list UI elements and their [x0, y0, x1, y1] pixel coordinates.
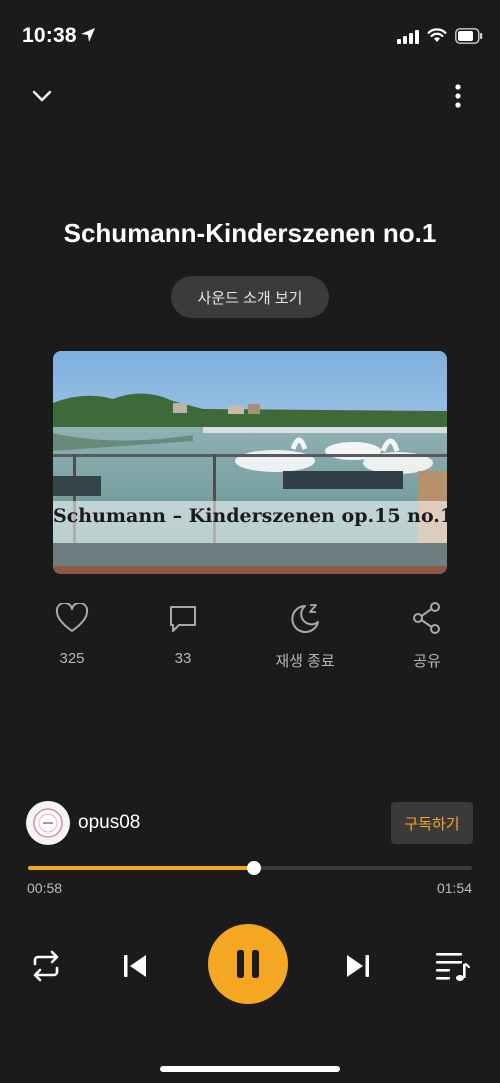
repeat-icon: [33, 950, 59, 982]
previous-track-button[interactable]: [113, 944, 157, 988]
playlist-button[interactable]: [428, 944, 476, 988]
avatar: [26, 801, 70, 845]
home-indicator: [160, 1066, 340, 1072]
progress-fill: [28, 866, 254, 870]
more-vertical-icon: [455, 84, 461, 108]
comment-count: 33: [174, 650, 192, 667]
status-bar: 10:38: [0, 0, 500, 70]
next-track-button[interactable]: [336, 944, 380, 988]
uploader-profile[interactable]: opus08: [26, 800, 326, 846]
current-time: 00:58: [27, 880, 63, 896]
like-count: 325: [59, 650, 85, 667]
battery-icon: [455, 28, 483, 44]
transport-controls: [0, 924, 500, 1006]
pause-icon: [237, 950, 259, 978]
track-title: Schumann-Kinderszenen no.1: [63, 218, 437, 248]
cover-caption: Schumann – Kinderszenen op.15 no.1: [53, 505, 447, 527]
playback-progress-slider[interactable]: [28, 861, 472, 875]
share-label: 공유: [413, 653, 441, 670]
sleep-timer-label: 재생 종료: [275, 653, 335, 670]
subscribe-button[interactable]: 구독하기: [391, 802, 473, 844]
skip-previous-icon: [124, 955, 146, 977]
sound-intro-button[interactable]: 사운드 소개 보기: [171, 276, 329, 318]
like-button[interactable]: 325: [12, 598, 132, 678]
skip-next-icon: [347, 955, 369, 977]
share-button[interactable]: 공유: [367, 598, 487, 678]
cover-image: Schumann – Kinderszenen op.15 no.1: [53, 351, 447, 574]
uploader-name: opus08: [78, 812, 141, 833]
progress-knob[interactable]: [246, 861, 261, 875]
heart-icon: [55, 603, 89, 632]
status-time: 10:38: [22, 24, 77, 47]
total-time: 01:54: [436, 880, 472, 896]
share-icon: [413, 602, 440, 634]
avatar-logo: [33, 808, 63, 838]
repeat-button[interactable]: [24, 944, 68, 988]
location-arrow-icon: [81, 28, 95, 42]
collapse-player-button[interactable]: [22, 76, 62, 116]
pause-button[interactable]: [208, 924, 288, 1004]
cellular-signal-icon: [397, 30, 419, 44]
sleep-timer-moon-icon: [291, 604, 319, 633]
more-options-button[interactable]: [440, 76, 476, 116]
action-row: 325 33 재생 종료 공유: [0, 598, 500, 678]
wifi-icon: [427, 28, 447, 42]
chevron-down-icon: [32, 90, 52, 102]
comment-icon: [170, 606, 196, 632]
playlist-icon: [436, 953, 470, 981]
sleep-timer-button[interactable]: 재생 종료: [245, 598, 365, 678]
comment-button[interactable]: 33: [123, 598, 243, 678]
